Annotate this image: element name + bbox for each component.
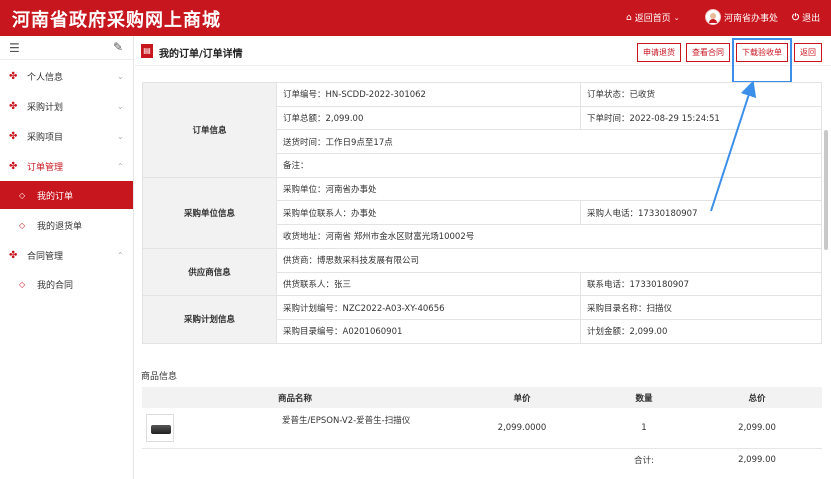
grid-icon: ✤ [9,130,18,142]
sidebar-item-orders[interactable]: ✤ 订单管理 ⌃ [0,153,133,179]
chevron-down-icon: ⌄ [117,101,124,111]
user-menu[interactable]: 河南省办事处 [705,9,778,25]
back-button[interactable]: 返回 [794,43,822,62]
grid-icon: ✤ [9,70,18,82]
top-bar: 河南省政府采购网上商城 ⌂ 返回首页 ⌄ 河南省办事处 ⏻ 退出 [0,0,831,36]
chevron-down-icon: ⌄ [117,71,124,81]
grid-icon: ✤ [9,100,18,112]
order-status: 订单状态：已收货 [580,82,822,107]
delivery-address: 收货地址：河南省 郑州市金水区财富光场10002号 [276,224,822,249]
chevron-up-icon: ⌃ [117,250,124,260]
supplier-contact: 供货联系人：张三 [276,271,581,297]
grid-icon: ✤ [9,249,18,261]
menu-icon[interactable]: ☰ [9,41,20,55]
sidebar-item-label: 我的退货单 [37,221,83,232]
buyer-unit: 采购单位：河南省办事处 [276,176,822,202]
sidebar-item-my-orders[interactable]: ◇ 我的订单 [0,181,133,209]
sum-value: 2,099.00 [692,447,822,472]
plan-amount: 计划金额：2,099.00 [580,318,822,344]
sidebar-item-profile[interactable]: ✤ 个人信息 ⌄ [0,63,133,89]
view-contract-button[interactable]: 查看合同 [686,43,730,62]
logout-button[interactable]: ⏻ 退出 [792,11,821,25]
table-row: 爱普生/EPSON-V2-爱普生-扫描仪 2,099.0000 1 2,099.… [142,408,822,448]
sidebar: ☰ ✎ ✤ 个人信息 ⌄ ✤ 采购计划 ⌄ ✤ 采购项目 ⌄ ✤ 订单管理 ⌃ … [0,36,134,479]
buyer-phone: 采购人电话：17330180907 [580,200,822,226]
sidebar-item-plan[interactable]: ✤ 采购计划 ⌄ [0,93,133,119]
section-buyer-info: 采购单位信息 [142,176,277,249]
product-name[interactable]: 爱普生/EPSON-V2-爱普生-扫描仪 [282,414,410,426]
user-name: 河南省办事处 [724,13,779,24]
document-icon: ▤ [141,44,153,58]
section-plan-info: 采购计划信息 [142,295,277,344]
sidebar-item-label: 我的合同 [37,280,74,291]
apply-return-button[interactable]: 申请退货 [637,43,681,62]
grid-icon: ✤ [9,160,18,172]
annotation-highlight-box [732,38,792,83]
plan-number: 采购计划编号：NZC2022-A03-XY-40656 [276,295,581,320]
catalog-number: 采购目录编号：A0201060901 [276,318,581,344]
supplier-name: 供货商：博思数采科技发展有限公司 [276,247,822,273]
power-icon: ⏻ [792,12,800,23]
diamond-icon: ◇ [19,220,26,230]
order-total: 订单总额：2,099.00 [276,105,581,131]
sidebar-item-label: 采购项目 [27,132,64,143]
sidebar-item-contracts[interactable]: ✤ 合同管理 ⌃ [0,242,133,268]
scrollbar[interactable] [824,130,828,250]
goods-table: 商品名称 单价 数量 总价 爱普生/EPSON-V2-爱普生-扫描仪 2,099… [142,387,822,472]
buyer-contact: 采购单位联系人：办事处 [276,200,581,226]
avatar [705,9,721,25]
product-qty: 1 [641,422,647,433]
order-remark: 备注： [276,153,822,178]
chevron-down-icon: ⌄ [673,13,680,22]
home-label: 返回首页 [634,14,671,24]
pin-icon[interactable]: ✎ [113,40,123,54]
page-title: 我的订单/订单详情 [159,49,243,60]
supplier-phone: 联系电话：17330180907 [580,271,822,297]
sidebar-item-my-returns[interactable]: ◇ 我的退货单 [0,212,133,238]
main-content: ▤ 我的订单/订单详情 申请退货 查看合同 下载验收单 返回 订单信息 订单编号… [135,36,831,479]
goods-section-title: 商品信息 [141,372,178,382]
diamond-icon: ◇ [19,279,26,289]
section-supplier-info: 供应商信息 [142,247,277,297]
chevron-up-icon: ⌃ [117,161,124,171]
app-title: 河南省政府采购网上商城 [12,10,221,31]
sidebar-toolbar: ☰ ✎ [0,36,133,60]
catalog-name: 采购目录名称：扫描仪 [580,295,822,320]
col-header-name: 商品名称 [142,387,448,408]
product-total: 2,099.00 [738,422,776,433]
order-detail-table: 订单信息 订单编号：HN-SCDD-2022-301062 订单状态：已收货 订… [142,82,822,344]
page-header: ▤ 我的订单/订单详情 申请退货 查看合同 下载验收单 返回 [135,36,831,83]
col-header-price: 单价 [448,387,596,408]
section-order-info: 订单信息 [142,82,277,178]
product-cell: 爱普生/EPSON-V2-爱普生-扫描仪 [142,408,448,448]
sidebar-item-label: 我的订单 [37,191,74,202]
sidebar-item-label: 合同管理 [27,251,64,262]
sidebar-item-my-contracts[interactable]: ◇ 我的合同 [0,271,133,297]
sidebar-item-label: 采购计划 [27,102,64,113]
logout-label: 退出 [802,14,821,24]
sidebar-item-label: 个人信息 [27,72,64,83]
sidebar-item-project[interactable]: ✤ 采购项目 ⌄ [0,123,133,149]
col-header-qty: 数量 [596,387,692,408]
chevron-down-icon: ⌄ [117,131,124,141]
product-image[interactable] [146,414,174,442]
product-price: 2,099.0000 [497,422,547,433]
home-icon: ⌂ [626,12,632,23]
sidebar-item-label: 订单管理 [27,162,64,173]
order-time: 下单时间：2022-08-29 15:24:51 [580,105,822,131]
sum-label: 合计: [596,447,692,472]
delivery-time: 送货时间：工作日9点至17点 [276,129,822,155]
col-header-total: 总价 [692,387,822,408]
order-number: 订单编号：HN-SCDD-2022-301062 [276,82,581,107]
home-link[interactable]: ⌂ 返回首页 ⌄ [626,11,680,25]
diamond-icon: ◇ [19,190,26,200]
total-row: 合计: 2,099.00 [142,447,822,472]
